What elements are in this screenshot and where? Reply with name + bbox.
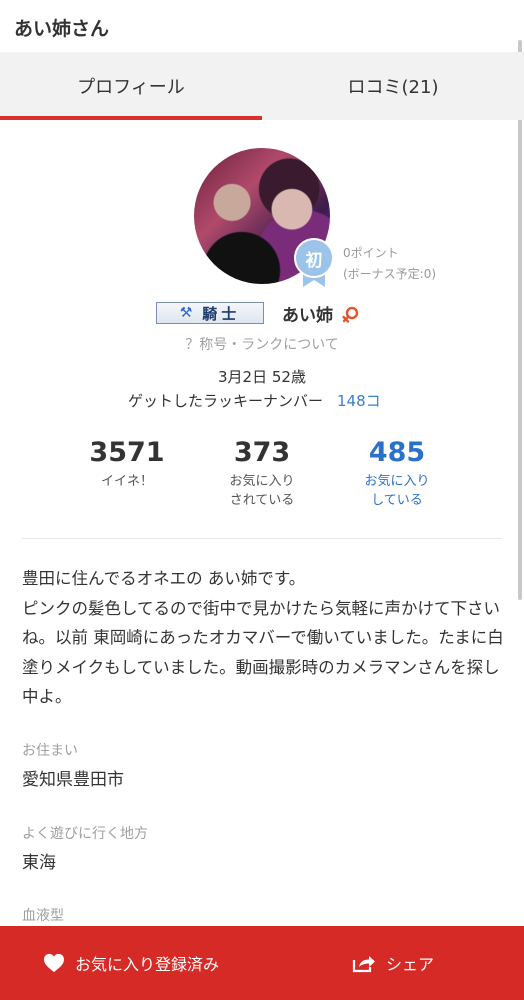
frequent-area-value: 東海 <box>22 853 56 873</box>
title-badge-label: 騎士 <box>202 304 241 323</box>
rank-badge: 初 <box>294 238 334 288</box>
points-info: 0ポイント (ボーナス予定:0) <box>343 243 436 285</box>
frequent-area-label: よく遊びに行く地方 <box>22 826 148 842</box>
birthday-age: 3月2日 52歳 <box>218 368 306 386</box>
stat-favorited-label-line2: されている <box>229 493 295 508</box>
bio-line: 豊田に住んでるオネエの あい姉です。 <box>22 569 306 588</box>
blood-type-label: 血液型 <box>22 908 64 924</box>
title-row: ⚒ 騎士 あい姉 <box>156 300 361 326</box>
stat-likes-label: イイネ！ <box>100 474 153 489</box>
bio-text: 豊田に住んでるオネエの あい姉です。 ピンクの髪色してるので街中で見かけたら気軽… <box>22 564 506 712</box>
bonus-points: (ボーナス予定:0) <box>343 267 437 281</box>
stat-favorited-label-line1: お気に入り <box>229 474 295 489</box>
stat-favorited-label: お気に入り されている <box>195 472 329 510</box>
stat-likes-value: 3571 <box>89 437 165 468</box>
tab-reviews[interactable]: ロコミ(21) <box>262 52 524 120</box>
heart-icon <box>43 953 64 973</box>
stat-likes: 3571 イイネ！ <box>60 436 194 491</box>
lucky-number-label: ゲットしたラッキーナンバー <box>128 392 324 410</box>
stat-favoriting-label-line2[interactable]: している <box>330 491 464 510</box>
bio-line: ピンクの髪色してるので街中で見かけたら気軽に声かけて下さいね。以前 東岡崎にあっ… <box>22 598 504 707</box>
female-icon <box>342 306 359 323</box>
stat-favoriting-label-line1[interactable]: お気に入り <box>330 472 464 491</box>
stat-favorited: 373 お気に入り されている <box>195 436 329 510</box>
lucky-number: ゲットしたラッキーナンバー 148コ <box>128 390 381 411</box>
page-title: あい姉さん <box>14 18 110 40</box>
divider <box>22 538 502 539</box>
points-value: 0ポイント <box>343 246 399 260</box>
share-icon <box>352 956 375 973</box>
favorite-button[interactable]: お気に入り登録済み <box>0 926 262 1000</box>
share-button[interactable]: シェア <box>262 926 524 1000</box>
crossed-tools-icon: ⚒ <box>179 305 193 321</box>
lucky-number-value[interactable]: 148コ <box>337 392 381 410</box>
user-name: あい姉 <box>282 305 333 326</box>
rank-help-link[interactable]: ？称号・ランクについて <box>0 334 524 354</box>
stat-favoriting-value[interactable]: 485 <box>330 436 464 470</box>
stat-favoriting[interactable]: 485 お気に入り している <box>330 436 464 510</box>
residence-value: 愛知県豊田市 <box>22 770 124 790</box>
active-tab-indicator <box>0 116 262 120</box>
scrollbar[interactable] <box>518 40 522 600</box>
share-button-label: シェア <box>385 955 434 974</box>
stats: 3571 イイネ！ 373 お気に入り されている 485 お気に入り している <box>60 436 464 516</box>
tab-bar: プロフィール ロコミ(21) <box>0 52 524 120</box>
rank-badge-label: 初 <box>305 251 323 271</box>
residence-label: お住まい <box>22 743 78 759</box>
stat-favorited-value: 373 <box>233 437 291 468</box>
bottom-action-bar: お気に入り登録済み シェア <box>0 926 524 1000</box>
favorite-button-label: お気に入り登録済み <box>74 955 219 974</box>
stat-favoriting-label[interactable]: お気に入り している <box>330 472 464 510</box>
tab-profile[interactable]: プロフィール <box>0 52 262 120</box>
title-badge: ⚒ 騎士 <box>156 302 264 324</box>
